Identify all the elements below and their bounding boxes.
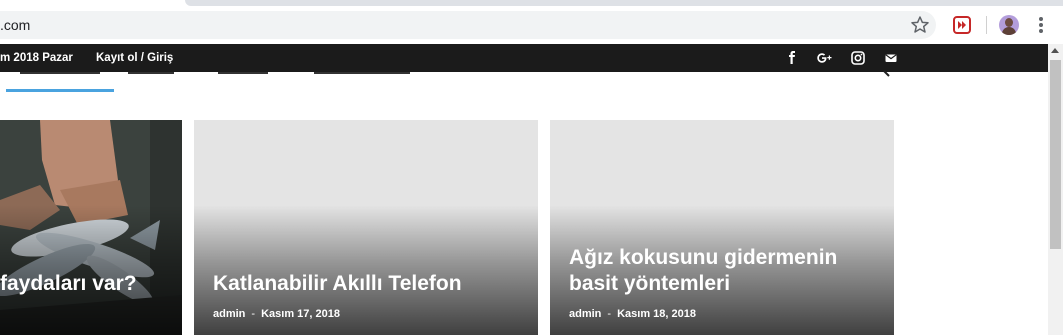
post-title-line-2[interactable]: basit yöntemleri — [569, 271, 837, 297]
current-date: m 2018 Pazar — [0, 52, 73, 64]
scroll-thumb[interactable] — [1050, 60, 1061, 249]
card-gradient — [0, 205, 182, 335]
page-scrollbar[interactable] — [1048, 44, 1063, 335]
post-title[interactable]: faydaları var? — [0, 271, 137, 297]
address-bar[interactable]: .com — [0, 11, 936, 39]
nav-item-2[interactable] — [128, 64, 174, 74]
post-date: Kasım 18, 2018 — [617, 308, 696, 320]
post-author[interactable]: admin — [213, 308, 245, 320]
scroll-up-arrow-icon[interactable] — [1051, 48, 1059, 53]
bookmark-star-icon[interactable] — [910, 15, 930, 35]
nav-item-1[interactable] — [20, 64, 100, 74]
toolbar-divider — [986, 16, 987, 34]
featured-posts: faydaları var? Katlanabilir Akıllı Telef… — [0, 92, 1048, 335]
facebook-icon[interactable] — [784, 50, 800, 66]
post-meta: admin - Kasım 17, 2018 — [213, 308, 340, 320]
post-meta: admin - Kasım 18, 2018 — [569, 308, 696, 320]
post-date: Kasım 17, 2018 — [261, 308, 340, 320]
address-text[interactable]: .com — [0, 17, 30, 33]
nav-item-4[interactable] — [314, 64, 410, 74]
google-plus-icon[interactable] — [816, 50, 834, 66]
mail-icon[interactable] — [883, 50, 899, 66]
tab-strip — [185, 0, 1063, 6]
nav-item-3[interactable] — [218, 64, 268, 74]
post-card-phone[interactable]: Katlanabilir Akıllı Telefon admin - Kasım … — [194, 120, 538, 335]
profile-avatar[interactable] — [999, 15, 1019, 35]
post-author[interactable]: admin — [569, 308, 601, 320]
browser-toolbar: .com — [0, 0, 1063, 44]
post-card-fish[interactable]: faydaları var? — [0, 120, 182, 335]
post-title[interactable]: Ağız kokusunu gidermenin basit yöntemler… — [569, 245, 837, 297]
post-card-bad-breath[interactable]: Ağız kokusunu gidermenin basit yöntemler… — [550, 120, 894, 335]
search-icon[interactable] — [880, 65, 892, 80]
post-title-line-1[interactable]: Ağız kokusunu gidermenin — [569, 245, 837, 271]
avatar-body — [1002, 27, 1016, 35]
post-title[interactable]: Katlanabilir Akıllı Telefon — [213, 271, 462, 297]
login-link[interactable]: Kayıt ol / Giriş — [96, 52, 173, 64]
browser-menu-icon[interactable] — [1036, 15, 1046, 35]
instagram-icon[interactable] — [850, 50, 866, 66]
extension-icon[interactable] — [953, 16, 971, 34]
main-navigation — [0, 70, 1048, 92]
avatar-head — [1005, 18, 1013, 27]
